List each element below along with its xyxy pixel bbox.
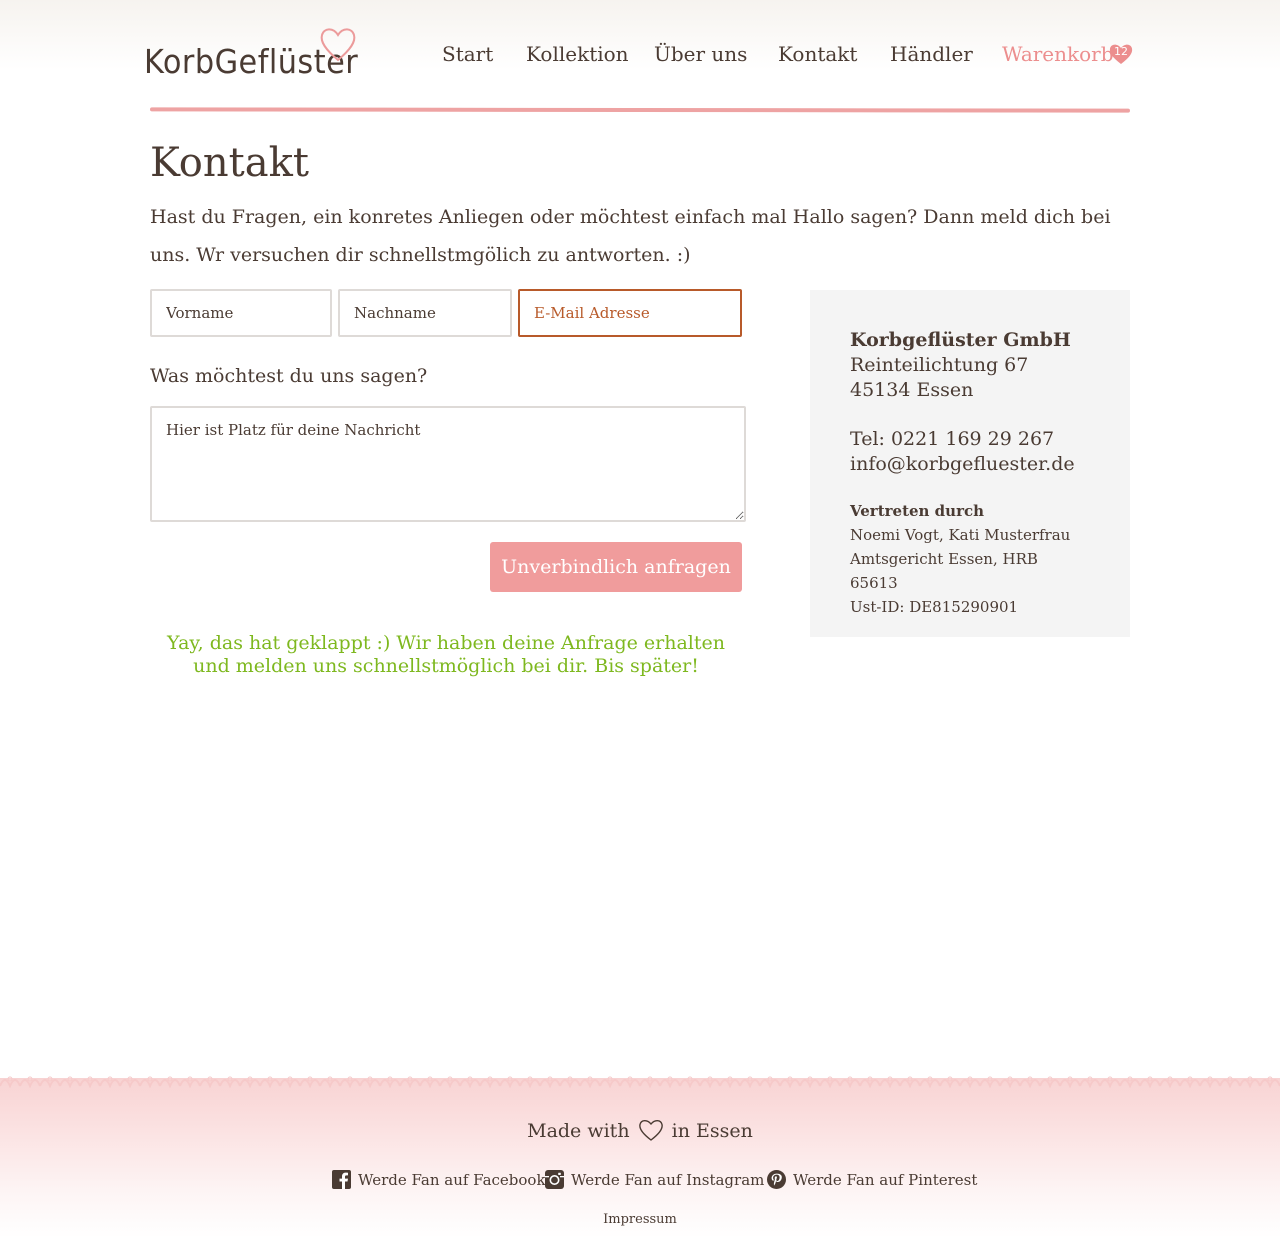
made-with-suffix: in Essen [671, 1120, 753, 1142]
firstname-input[interactable] [150, 289, 332, 337]
pinterest-icon [767, 1170, 786, 1189]
cart-label: Warenkorb [1002, 42, 1114, 66]
message-textarea[interactable] [150, 406, 746, 522]
site-header: KorbGeflüster Start Kollektion Über uns … [144, 20, 1136, 100]
vat-id: Ust-ID: DE815290901 [850, 598, 1019, 616]
impressum-link[interactable]: Impressum [0, 1212, 1280, 1227]
page-title: Kontakt [150, 140, 309, 186]
facebook-icon [332, 1170, 351, 1189]
lace-border [0, 1074, 1280, 1088]
city-address: 45134 Essen [850, 379, 974, 401]
street-address: Reinteilichtung 67 [850, 354, 1029, 376]
instagram-label: Werde Fan auf Instagram [571, 1171, 765, 1189]
phone-number: Tel: 0221 169 29 267 [850, 428, 1055, 450]
made-with-prefix: Made with [527, 1120, 630, 1142]
company-name: Korbgeflüster GmbH [850, 329, 1071, 351]
heart-icon [638, 1119, 663, 1141]
represented-label: Vertreten durch [850, 502, 985, 520]
facebook-label: Werde Fan auf Facebook [358, 1171, 546, 1189]
email-link[interactable]: info@korbgefluester.de [850, 452, 1090, 477]
heart-icon [320, 28, 356, 62]
nav-item-start[interactable]: Start [442, 42, 493, 66]
cart-count: 12 [1114, 45, 1128, 58]
lastname-input[interactable] [338, 289, 512, 337]
header-divider [149, 107, 1131, 113]
nav-item-warenkorb[interactable]: Warenkorb 12 [1002, 42, 1133, 66]
submit-button[interactable]: Unverbindlich anfragen [490, 542, 742, 592]
message-label: Was möchtest du uns sagen? [150, 365, 428, 387]
instagram-icon [545, 1170, 564, 1189]
cart-count-badge: 12 [1108, 42, 1134, 66]
representatives: Noemi Vogt, Kati Musterfrau [850, 526, 1071, 544]
court-registration: Amtsgericht Essen, HRB 65613 [850, 550, 1038, 592]
intro-text: Hast du Fragen, ein konretes Anliegen od… [150, 206, 1111, 266]
contact-info-box: Korbgeflüster GmbH Reinteilichtung 67 45… [810, 290, 1130, 637]
success-message: Yay, das hat geklappt :) Wir haben deine… [167, 632, 725, 677]
site-footer: Made with in Essen Werde Fan auf Faceboo… [0, 1074, 1280, 1238]
email-input[interactable] [518, 289, 742, 337]
nav-item-kontakt[interactable]: Kontakt [778, 42, 857, 66]
nav-item-haendler[interactable]: Händler [890, 42, 973, 66]
nav-item-ueber-uns[interactable]: Über uns [654, 42, 747, 66]
made-with-text: Made with in Essen [0, 1118, 1280, 1142]
pinterest-label: Werde Fan auf Pinterest [793, 1171, 978, 1189]
nav-item-kollektion[interactable]: Kollektion [526, 42, 629, 66]
